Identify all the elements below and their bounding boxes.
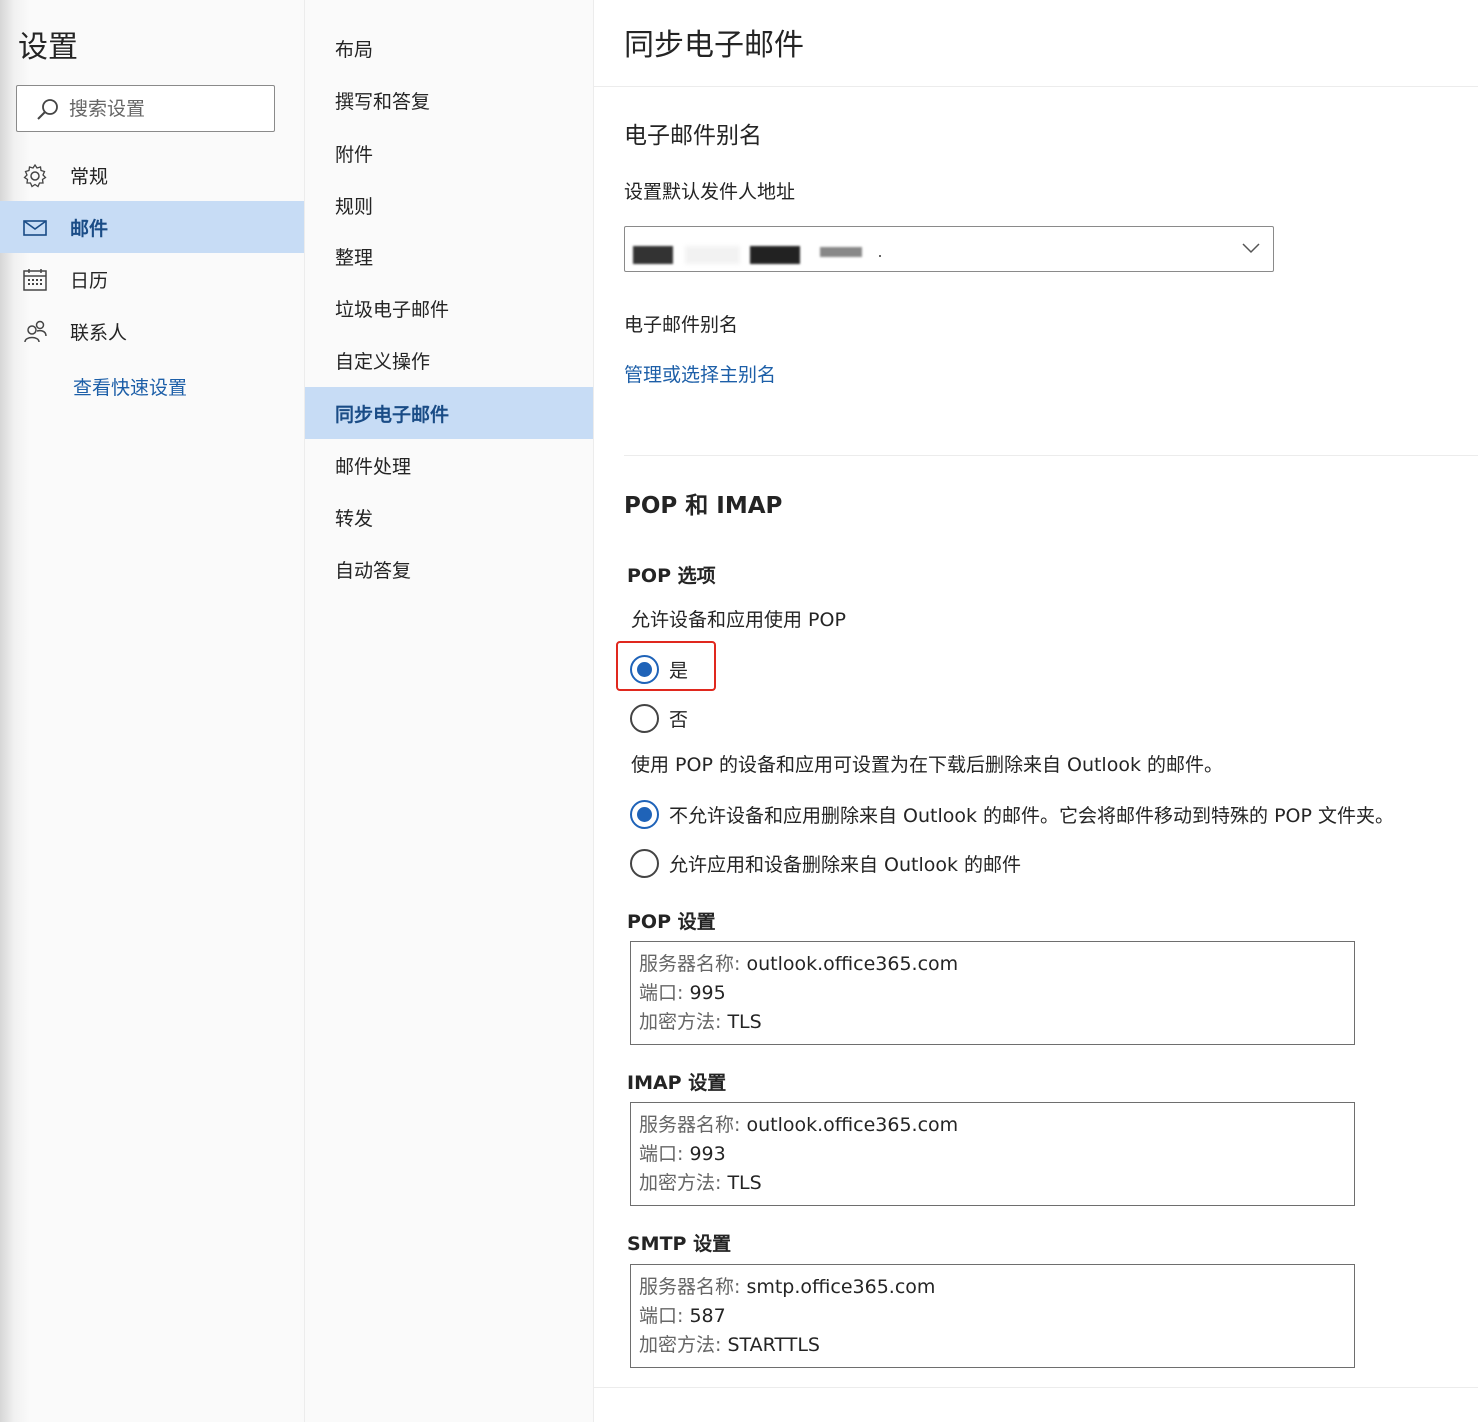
nav-item-mail[interactable]: 邮件 xyxy=(0,201,304,253)
subnav-item-label: 规则 xyxy=(335,196,374,218)
pop-settings-box: 服务器名称: outlook.office365.com 端口: 995 加密方… xyxy=(630,941,1355,1045)
calendar-icon xyxy=(23,269,47,291)
allow-delete-option[interactable]: 允许应用和设备删除来自 Outlook 的邮件 xyxy=(630,846,1021,880)
redacted-text xyxy=(879,255,881,257)
radio-label: 不允许设备和应用删除来自 Outlook 的邮件。它会将邮件移动到特殊的 POP… xyxy=(669,804,1395,827)
subnav-item-forwarding[interactable]: 转发 xyxy=(305,491,593,543)
allow-pop-label: 允许设备和应用使用 POP xyxy=(631,609,846,631)
mail-settings-subnav: 布局 撰写和答复 附件 规则 整理 垃圾电子邮件 自定义操作 同步电子邮件 邮件… xyxy=(305,0,594,1422)
divider xyxy=(624,455,1478,456)
subnav-item-sweep[interactable]: 整理 xyxy=(305,230,593,282)
pop-imap-heading: POP 和 IMAP xyxy=(624,493,783,519)
manage-alias-link[interactable]: 管理或选择主别名 xyxy=(624,360,776,387)
search-icon xyxy=(37,99,58,120)
subnav-item-label: 转发 xyxy=(335,508,374,530)
nav-item-calendar[interactable]: 日历 xyxy=(0,253,304,305)
default-sender-dropdown[interactable] xyxy=(624,226,1274,272)
subnav-item-label: 撰写和答复 xyxy=(335,91,431,113)
pop-delete-note: 使用 POP 的设备和应用可设置为在下载后删除来自 Outlook 的邮件。 xyxy=(631,754,1224,776)
subnav-item-label: 整理 xyxy=(335,247,374,269)
radio-label: 允许应用和设备删除来自 Outlook 的邮件 xyxy=(669,853,1022,876)
email-alias-label: 电子邮件别名 xyxy=(624,314,739,336)
encryption-row: 加密方法: STARTTLS xyxy=(639,1334,820,1356)
pop-yes-option[interactable]: 是 xyxy=(630,652,688,686)
subnav-item-label: 垃圾电子邮件 xyxy=(335,299,450,321)
nav-item-label: 联系人 xyxy=(70,322,128,344)
server-name-row: 服务器名称: outlook.office365.com xyxy=(639,1114,959,1136)
nav-item-general[interactable]: 常规 xyxy=(0,149,304,201)
radio-button-checked[interactable] xyxy=(630,654,659,684)
radio-button-checked[interactable] xyxy=(630,799,659,829)
server-name-row: 服务器名称: outlook.office365.com xyxy=(639,953,959,975)
pop-settings-heading: POP 设置 xyxy=(627,911,716,933)
view-quick-settings-link[interactable]: 查看快速设置 xyxy=(73,373,187,400)
subnav-item-label: 邮件处理 xyxy=(335,456,412,478)
redacted-text xyxy=(633,246,673,264)
default-sender-label: 设置默认发件人地址 xyxy=(624,181,796,203)
email-aliases-heading: 电子邮件别名 xyxy=(624,123,762,149)
subnav-item-custom-actions[interactable]: 自定义操作 xyxy=(305,334,593,386)
smtp-settings-box: 服务器名称: smtp.office365.com 端口: 587 加密方法: … xyxy=(630,1264,1355,1368)
subnav-item-message-handling[interactable]: 邮件处理 xyxy=(305,439,593,491)
imap-settings-heading: IMAP 设置 xyxy=(627,1072,727,1094)
settings-title: 设置 xyxy=(18,30,78,65)
radio-button[interactable] xyxy=(630,703,659,733)
subnav-item-label: 同步电子邮件 xyxy=(335,404,450,426)
search-input[interactable] xyxy=(69,86,269,131)
subnav-item-junk-email[interactable]: 垃圾电子邮件 xyxy=(305,282,593,334)
subnav-item-label: 自定义操作 xyxy=(335,351,431,373)
port-row: 端口: 995 xyxy=(639,982,726,1004)
mail-icon xyxy=(23,220,47,236)
divider xyxy=(594,1387,1478,1388)
subnav-item-attachments[interactable]: 附件 xyxy=(305,127,593,179)
redacted-text xyxy=(685,246,740,264)
redacted-text xyxy=(750,246,800,264)
nav-item-label: 常规 xyxy=(70,166,109,188)
nav-item-label: 日历 xyxy=(70,270,109,292)
radio-button[interactable] xyxy=(630,848,659,878)
divider xyxy=(594,86,1478,87)
imap-settings-box: 服务器名称: outlook.office365.com 端口: 993 加密方… xyxy=(630,1102,1355,1206)
chevron-down-icon xyxy=(1242,243,1260,254)
subnav-item-rules[interactable]: 规则 xyxy=(305,179,593,231)
pop-options-label: POP 选项 xyxy=(627,565,716,587)
gear-icon xyxy=(23,163,47,188)
nav-item-label: 邮件 xyxy=(70,218,109,240)
radio-label: 否 xyxy=(669,708,689,731)
nav-item-people[interactable]: 联系人 xyxy=(0,305,304,357)
subnav-item-automatic-replies[interactable]: 自动答复 xyxy=(305,543,593,595)
subnav-item-label: 附件 xyxy=(335,144,374,166)
server-name-row: 服务器名称: smtp.office365.com xyxy=(639,1276,936,1298)
subnav-item-layout[interactable]: 布局 xyxy=(305,22,593,74)
smtp-settings-heading: SMTP 设置 xyxy=(627,1233,732,1255)
search-box[interactable] xyxy=(16,85,275,132)
subnav-item-compose-reply[interactable]: 撰写和答复 xyxy=(305,74,593,126)
subnav-item-label: 布局 xyxy=(335,39,374,61)
people-icon xyxy=(24,320,47,343)
port-row: 端口: 993 xyxy=(639,1143,726,1165)
page-title: 同步电子邮件 xyxy=(624,28,804,63)
dont-allow-delete-option[interactable]: 不允许设备和应用删除来自 Outlook 的邮件。它会将邮件移动到特殊的 POP… xyxy=(630,797,1394,831)
sync-email-panel: 同步电子邮件 电子邮件别名 设置默认发件人地址 电子邮件别名 管理或选择主别名 … xyxy=(594,0,1478,1422)
encryption-row: 加密方法: TLS xyxy=(639,1172,762,1194)
pop-no-option[interactable]: 否 xyxy=(630,701,688,735)
subnav-item-sync-email[interactable]: 同步电子邮件 xyxy=(305,387,593,439)
settings-nav-pane: 设置 常规 邮件 日历 xyxy=(0,0,305,1422)
encryption-row: 加密方法: TLS xyxy=(639,1011,762,1033)
redacted-text xyxy=(820,247,862,257)
port-row: 端口: 587 xyxy=(639,1305,726,1327)
radio-label: 是 xyxy=(669,659,689,682)
subnav-item-label: 自动答复 xyxy=(335,560,412,582)
